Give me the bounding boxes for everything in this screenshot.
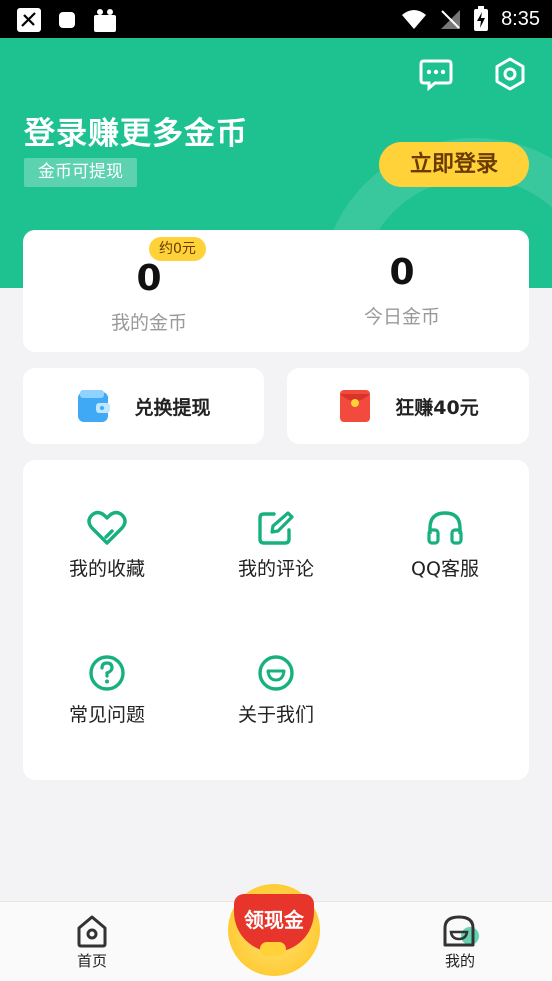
wifi-icon — [402, 10, 427, 29]
claim-cash-button[interactable]: 领现金 — [222, 884, 324, 980]
grid-item-label: QQ客服 — [411, 558, 479, 580]
login-button[interactable]: 立即登录 — [379, 142, 529, 187]
withdraw-card[interactable]: 兑换提现 — [23, 368, 264, 444]
status-bar-notifications — [16, 7, 118, 33]
question-icon — [89, 655, 125, 691]
no-signal-icon — [441, 10, 461, 29]
earn-label: 狂赚40元 — [395, 396, 479, 419]
status-bar-system: 8:35 — [401, 6, 540, 32]
my-coins-value: 0 — [136, 258, 162, 299]
login-promo-title: 登录赚更多金币 — [24, 116, 248, 152]
grid-item-label: 关于我们 — [237, 704, 314, 726]
shopping-bag-icon — [94, 9, 116, 32]
red-envelope-icon — [340, 390, 371, 422]
nav-home-label: 首页 — [76, 952, 107, 970]
coin-summary-card: 约0元 0 我的金币 0 今日金币 — [23, 230, 529, 352]
wallet-icon — [78, 390, 111, 422]
grid-item-qq-service[interactable]: QQ客服 — [361, 510, 529, 581]
heart-icon — [87, 510, 127, 545]
nav-home[interactable]: 首页 — [52, 914, 132, 971]
pouch-clasp — [260, 942, 286, 956]
grid-item-label: 常见问题 — [68, 704, 145, 726]
grid-item-label: 我的评论 — [237, 558, 314, 580]
grid-item-about[interactable]: 关于我们 — [192, 654, 360, 727]
message-icon[interactable] — [418, 56, 454, 92]
nav-mine-label: 我的 — [444, 952, 475, 970]
square-notification-icon — [59, 12, 75, 28]
earn-card[interactable]: 狂赚40元 — [287, 368, 529, 444]
no-sim-app-icon — [17, 8, 41, 32]
battery-charging-icon — [474, 6, 489, 31]
login-promo-subtitle: 金币可提现 — [24, 158, 137, 187]
today-coins-label: 今日金币 — [363, 306, 440, 328]
grid-item-comments[interactable]: 我的评论 — [192, 510, 360, 581]
grid-item-favorites[interactable]: 我的收藏 — [23, 510, 191, 581]
grid-item-faq[interactable]: 常见问题 — [23, 654, 191, 727]
status-time: 8:35 — [501, 7, 540, 30]
status-bar: 8:35 — [0, 0, 552, 38]
smile-icon — [258, 655, 294, 691]
edit-icon — [258, 511, 294, 545]
claim-cash-label: 领现金 — [244, 908, 304, 932]
function-grid: 我的收藏 我的评论 QQ客服 常见问题 关于我们 — [23, 460, 529, 780]
nav-mine[interactable]: 我的 — [420, 914, 500, 971]
home-icon — [77, 915, 107, 948]
today-coins-value: 0 — [389, 252, 415, 293]
withdraw-label: 兑换提现 — [134, 396, 211, 419]
headset-icon — [427, 511, 463, 545]
grid-item-label: 我的收藏 — [68, 558, 145, 580]
my-coins-label: 我的金币 — [110, 312, 187, 334]
settings-icon[interactable] — [492, 56, 528, 92]
profile-icon — [443, 915, 479, 947]
